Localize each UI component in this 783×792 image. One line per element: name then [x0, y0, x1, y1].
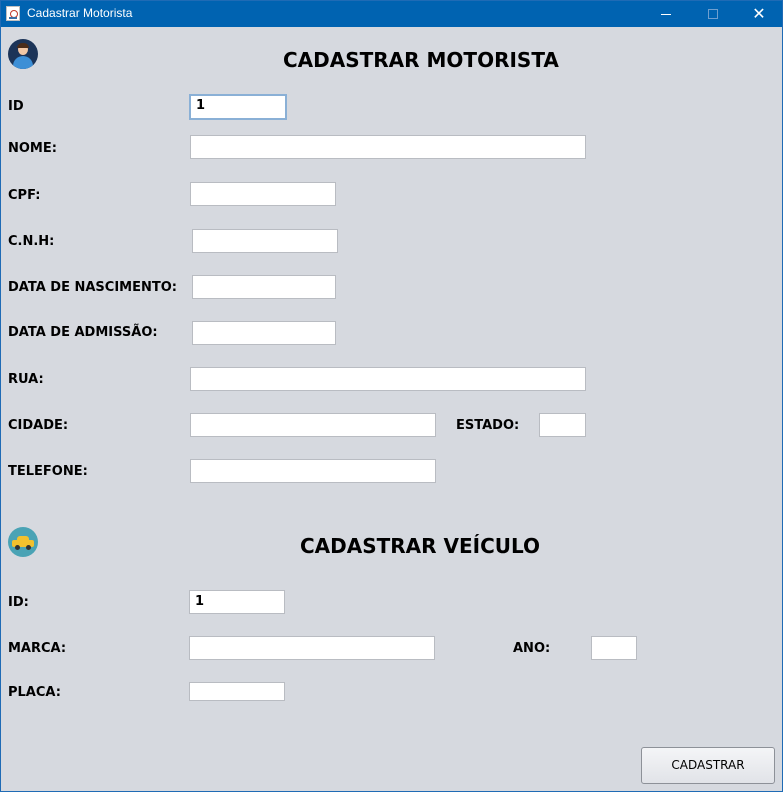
vehicle-id-label: ID:: [8, 595, 29, 610]
vehicle-section-title: CADASTRAR VEÍCULO: [300, 534, 541, 558]
admissao-input[interactable]: [192, 321, 336, 345]
cidade-label: CIDADE:: [8, 418, 69, 433]
rua-input[interactable]: [190, 367, 586, 391]
cadastrar-button[interactable]: CADASTRAR: [641, 747, 775, 784]
nome-input[interactable]: [190, 135, 586, 159]
telefone-input[interactable]: [190, 459, 436, 483]
title-bar[interactable]: Cadastrar Motorista ✕: [1, 1, 782, 27]
cpf-input[interactable]: [190, 182, 336, 206]
close-button[interactable]: ✕: [736, 1, 782, 27]
placa-label: PLACA:: [8, 685, 61, 700]
maximize-icon: [708, 9, 718, 19]
nome-label: NOME:: [8, 141, 57, 156]
telefone-label: TELEFONE:: [8, 464, 88, 479]
vehicle-id-input[interactable]: 1: [189, 590, 285, 614]
cidade-input[interactable]: [190, 413, 436, 437]
car-icon: [8, 527, 38, 557]
marca-input[interactable]: [189, 636, 435, 660]
cnh-input[interactable]: [192, 229, 338, 253]
nascimento-input[interactable]: [192, 275, 336, 299]
ano-input[interactable]: [591, 636, 637, 660]
estado-label: ESTADO:: [456, 418, 520, 433]
java-app-icon: [6, 6, 20, 21]
driver-avatar-icon: [8, 39, 38, 69]
driver-id-input[interactable]: 1: [189, 94, 287, 120]
estado-input[interactable]: [539, 413, 586, 437]
ano-label: ANO:: [513, 641, 551, 656]
driver-section-title: CADASTRAR MOTORISTA: [283, 48, 559, 72]
cpf-label: CPF:: [8, 188, 41, 203]
admissao-label: DATA DE ADMISSÃO:: [8, 325, 158, 340]
marca-label: MARCA:: [8, 641, 67, 656]
rua-label: RUA:: [8, 372, 44, 387]
minimize-icon: [661, 14, 671, 15]
cnh-label: C.N.H:: [8, 234, 55, 249]
driver-id-label: ID: [8, 99, 24, 114]
nascimento-label: DATA DE NASCIMENTO:: [8, 280, 177, 295]
placa-input[interactable]: [189, 682, 285, 701]
window-title: Cadastrar Motorista: [27, 6, 133, 20]
maximize-button[interactable]: [690, 1, 736, 27]
minimize-button[interactable]: [643, 1, 689, 27]
app-window: Cadastrar Motorista ✕ CADASTRAR MOTORIST…: [0, 0, 783, 792]
close-icon: ✕: [752, 4, 766, 23]
